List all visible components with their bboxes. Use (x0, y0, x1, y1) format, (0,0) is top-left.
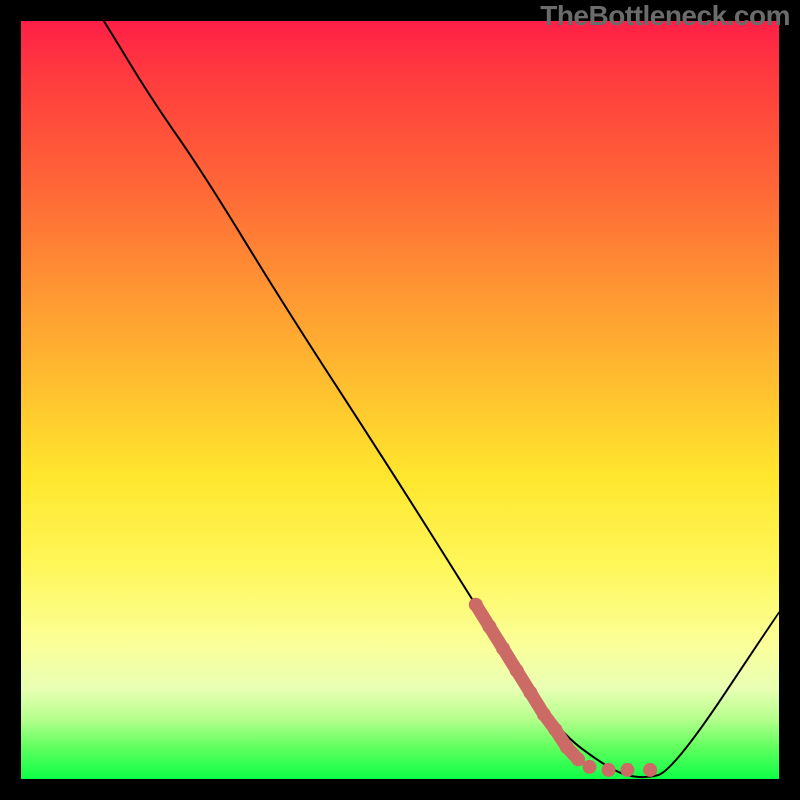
curve-marker (548, 723, 562, 737)
marker-group (469, 598, 657, 777)
watermark-text: TheBottleneck.com (540, 0, 790, 32)
curve-marker (537, 708, 551, 722)
chart-svg (21, 21, 779, 779)
bottleneck-curve-path (21, 21, 779, 777)
curve-marker (496, 642, 510, 656)
curve-marker (482, 620, 496, 634)
plot-area (21, 21, 779, 779)
curve-marker (469, 598, 483, 612)
curve-marker (583, 760, 597, 774)
curve-marker (510, 664, 524, 678)
curve-marker (560, 740, 574, 754)
curve-marker (643, 763, 657, 777)
curve-marker (602, 763, 616, 777)
chart-frame: TheBottleneck.com (0, 0, 800, 800)
curve-marker (523, 686, 537, 700)
curve-marker (620, 763, 634, 777)
curve-marker (571, 752, 585, 766)
